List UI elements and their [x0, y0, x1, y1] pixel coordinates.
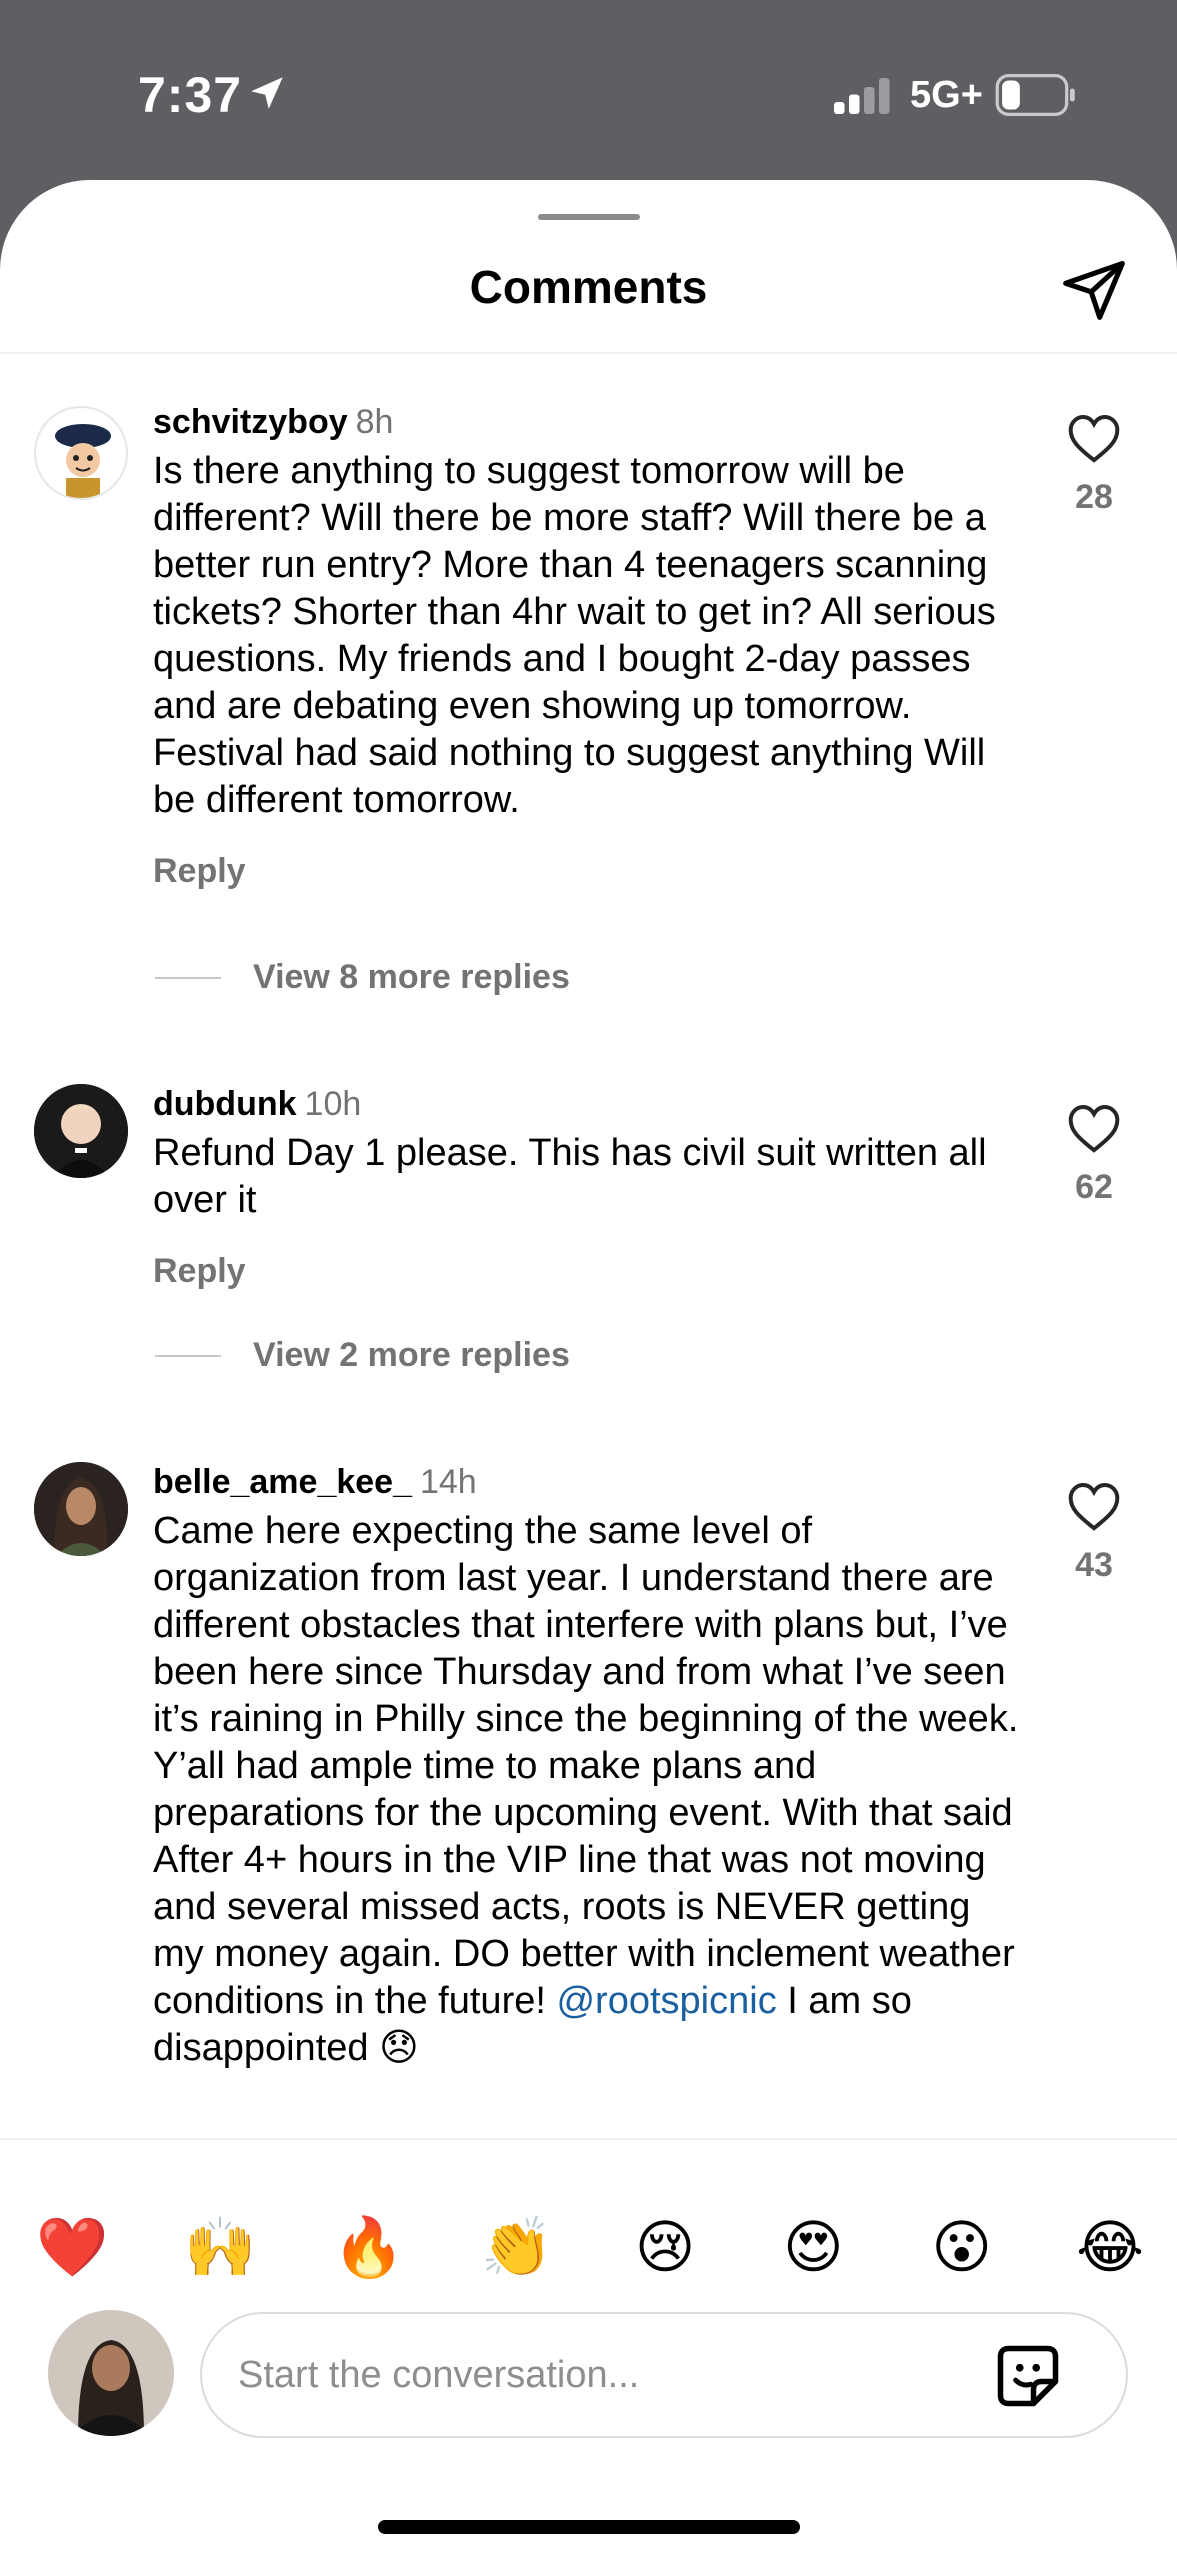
raising-hands-emoji[interactable]: 🙌: [184, 2212, 256, 2284]
comment-text: Refund Day 1 please. This has civil suit…: [153, 1132, 987, 1221]
cellular-signal-icon: [834, 78, 890, 114]
red-heart-emoji[interactable]: ❤️: [36, 2212, 108, 2284]
home-indicator[interactable]: [378, 2520, 800, 2534]
comment-username[interactable]: schvitzyboy: [153, 403, 348, 441]
photo-avatar-icon: [48, 2310, 174, 2436]
fire-emoji[interactable]: 🔥: [333, 2212, 405, 2284]
like-count: 43: [1075, 1546, 1113, 1584]
cartoon-avatar-icon: [55, 424, 111, 498]
comment-time: 14h: [419, 1463, 477, 1501]
replies-line: [155, 976, 221, 979]
comment-username[interactable]: dubdunk: [153, 1085, 297, 1123]
view-replies-button[interactable]: View 8 more replies: [155, 958, 570, 997]
current-user-avatar: [48, 2310, 174, 2436]
sheet-grabber[interactable]: [538, 214, 640, 220]
like-control[interactable]: 28: [1062, 412, 1126, 517]
quick-emoji-bar: ❤️ 🙌 🔥 👏 😢 😍 😮 😂: [36, 2212, 1146, 2284]
avatar[interactable]: [34, 406, 128, 500]
like-count: 28: [1075, 478, 1113, 516]
share-send-icon[interactable]: [1060, 255, 1128, 323]
like-control[interactable]: 43: [1062, 1480, 1126, 1585]
tears-of-joy-emoji[interactable]: 😂: [1074, 2212, 1146, 2284]
comment-text: Is there anything to suggest tomorrow wi…: [153, 450, 996, 821]
view-replies-button[interactable]: View 2 more replies: [155, 1336, 570, 1375]
heart-icon[interactable]: [1066, 1480, 1122, 1532]
crying-face-emoji[interactable]: 😢: [629, 2212, 701, 2284]
heart-icon[interactable]: [1066, 412, 1122, 464]
network-type: 5G+: [910, 74, 983, 116]
comment-username[interactable]: belle_ame_kee_: [153, 1463, 412, 1501]
page-title: Comments: [469, 261, 708, 313]
heart-eyes-emoji[interactable]: 😍: [777, 2212, 849, 2284]
surprised-face-emoji[interactable]: 😮: [926, 2212, 998, 2284]
replies-line: [155, 1354, 221, 1357]
comment-input[interactable]: [200, 2312, 1128, 2438]
clapping-hands-emoji[interactable]: 👏: [481, 2212, 553, 2284]
reply-button[interactable]: Reply: [153, 1252, 1023, 1291]
status-bar: 7:37 5G+: [0, 0, 1177, 190]
header-divider: [0, 352, 1177, 354]
like-control[interactable]: 62: [1062, 1102, 1126, 1207]
battery-icon: [995, 74, 1075, 116]
status-time: 7:37: [138, 67, 243, 123]
like-count: 62: [1075, 1168, 1113, 1206]
comment-text: Came here expecting the same level of or…: [153, 1508, 1023, 2072]
mention-link[interactable]: @rootspicnic: [556, 1980, 776, 2022]
location-arrow-icon: [251, 77, 283, 109]
photo-avatar-icon: [34, 1084, 128, 1178]
heart-icon[interactable]: [1066, 1102, 1122, 1154]
sticker-icon[interactable]: [995, 2343, 1061, 2409]
avatar[interactable]: [34, 1084, 128, 1178]
composer-panel: ❤️ 🙌 🔥 👏 😢 😍 😮 😂: [0, 2138, 1177, 2560]
photo-avatar-icon: [34, 1462, 128, 1556]
comment-time: 8h: [355, 403, 394, 441]
view-replies-label[interactable]: View 2 more replies: [253, 1336, 570, 1375]
avatar[interactable]: [34, 1462, 128, 1556]
reply-button[interactable]: Reply: [153, 852, 1023, 891]
view-replies-label[interactable]: View 8 more replies: [253, 958, 570, 997]
comment-text-body: Came here expecting the same level of or…: [153, 1510, 1019, 2022]
comment-time: 10h: [304, 1085, 362, 1123]
